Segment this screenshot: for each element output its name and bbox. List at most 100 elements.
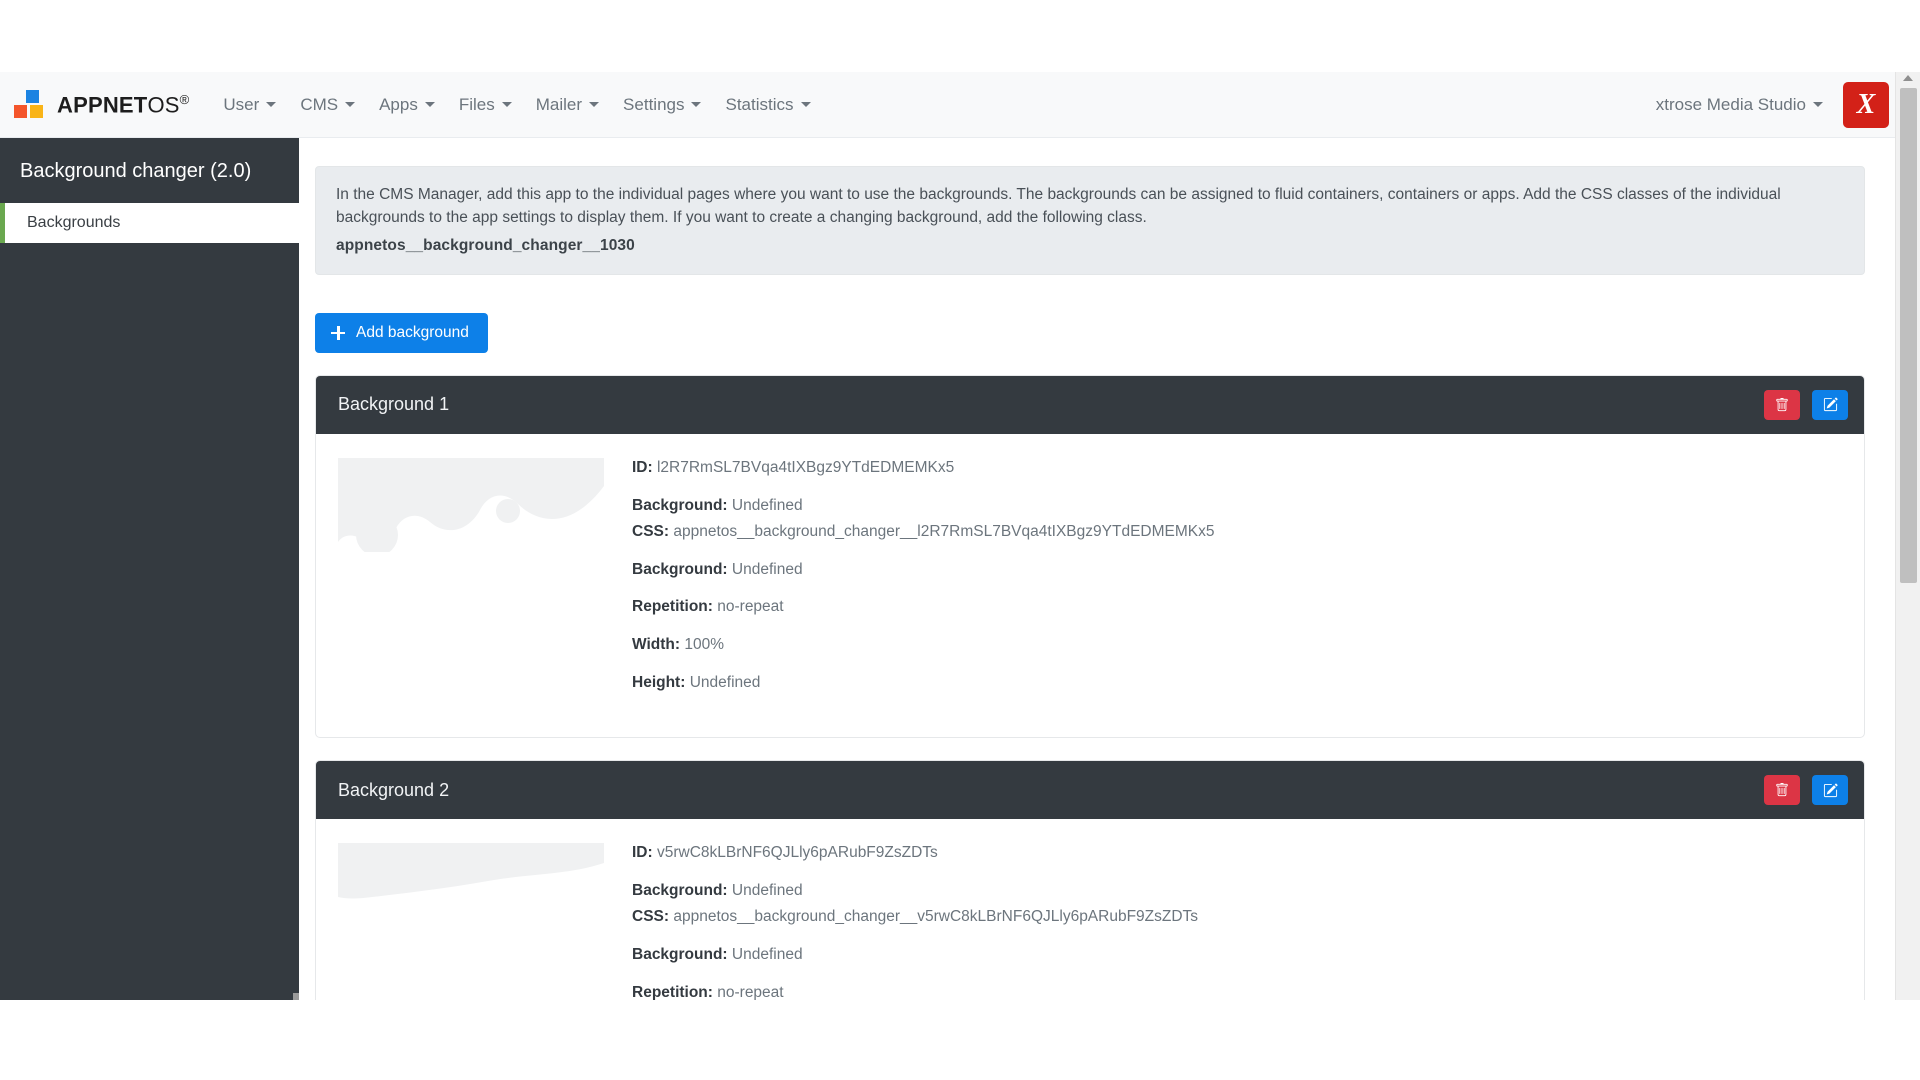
chevron-down-icon (266, 102, 277, 107)
field-background-2: Background: Undefined (632, 560, 1842, 581)
info-alert: In the CMS Manager, add this app to the … (315, 166, 1865, 275)
nav-item-settings[interactable]: Settings (611, 87, 713, 123)
brand-logo[interactable]: APPNETOS® (14, 89, 189, 121)
brand-name-bold: APPNET (57, 92, 148, 118)
sidebar: Background changer (2.0) Backgrounds (0, 138, 305, 1005)
nav-item-mailer[interactable]: Mailer (524, 87, 611, 123)
edit-background-button[interactable] (1812, 775, 1848, 806)
brand-name: APPNETOS® (57, 93, 189, 116)
field-label: CSS: (632, 522, 670, 540)
add-background-label: Add background (356, 323, 469, 341)
background-card: Background 2 ID: v5rwC8kLBrNF6QJLly6pARu… (315, 760, 1865, 1000)
field-value: Undefined (731, 882, 803, 900)
card-title: Background 1 (338, 394, 450, 415)
info-alert-css-class: appnetos__background_changer__1030 (336, 236, 635, 254)
page-bottom-strip (0, 1000, 1920, 1080)
nav-item-label: Files (458, 94, 495, 114)
chevron-down-icon (345, 102, 356, 107)
nav-item-apps[interactable]: Apps (367, 87, 447, 123)
field-background-2: Background: Undefined (632, 945, 1842, 966)
background-preview-icon (338, 843, 604, 899)
account-menu[interactable]: xtrose Media Studio (1644, 87, 1835, 123)
brand-registered-mark: ® (179, 91, 190, 107)
background-fields: ID: v5rwC8kLBrNF6QJLly6pARubF9ZsZDTs Bac… (632, 841, 1842, 1000)
nav-item-statistics[interactable]: Statistics (713, 87, 822, 123)
chevron-down-icon (501, 102, 512, 107)
trash-icon (1776, 783, 1788, 797)
nav-item-label: CMS (300, 94, 339, 114)
chevron-down-icon (589, 102, 600, 107)
nav-item-label: Mailer (535, 94, 583, 114)
logo-square-orange (14, 104, 27, 118)
card-body: ID: v5rwC8kLBrNF6QJLly6pARubF9ZsZDTs Bac… (316, 819, 1864, 1000)
nav-item-label: Settings (623, 94, 685, 114)
field-repetition: Repetition: no-repeat (632, 983, 1842, 1000)
background-card: Background 1 ID: l2R7RmSL7BVqa4tIXBgz9YT… (315, 374, 1865, 739)
delete-background-button[interactable] (1764, 389, 1800, 420)
brand-name-light: OS (147, 92, 180, 118)
field-value: l2R7RmSL7BVqa4tIXBgz9YTdEDMEMKx5 (656, 458, 955, 476)
xtrose-logo-icon[interactable]: X (1843, 81, 1889, 128)
appnetos-logo-icon (14, 89, 48, 121)
field-repetition: Repetition: no-repeat (632, 597, 1842, 618)
chevron-down-icon (691, 102, 702, 107)
sidebar-title: Background changer (2.0) (20, 160, 252, 182)
navbar-right: xtrose Media Studio X (1644, 81, 1895, 128)
card-actions (1764, 775, 1848, 806)
field-label: Background: (632, 560, 728, 578)
pencil-square-icon (1823, 397, 1838, 412)
add-background-button[interactable]: Add background (315, 312, 488, 353)
field-label: CSS: (632, 908, 670, 926)
trash-icon (1776, 397, 1788, 411)
nav-item-label: Apps (379, 94, 418, 114)
nav-item-label: Statistics (725, 94, 794, 114)
field-label: Repetition: (632, 598, 713, 616)
scroll-up-arrow-icon[interactable] (1903, 75, 1913, 81)
field-label: Background: (632, 945, 728, 963)
field-value: 100% (684, 636, 725, 654)
logo-square-yellow (30, 104, 43, 118)
background-thumbnail (338, 841, 604, 1000)
main-navbar: APPNETOS® User CMS Apps Files Mailer Set… (0, 72, 1895, 138)
field-background: Background: Undefined (632, 496, 1842, 517)
account-menu-label: xtrose Media Studio (1655, 94, 1806, 114)
nav-item-label: User (223, 94, 260, 114)
nav-item-files[interactable]: Files (447, 87, 524, 123)
card-header: Background 1 (316, 375, 1864, 434)
browser-chrome-gap (0, 0, 1920, 72)
field-height: Height: Undefined (632, 673, 1842, 694)
card-actions (1764, 389, 1848, 420)
card-title: Background 2 (338, 779, 450, 800)
field-value: appnetos__background_changer__v5rwC8kLBr… (673, 908, 1199, 926)
sidebar-item-label: Backgrounds (27, 214, 121, 231)
field-label: Background: (632, 882, 728, 900)
field-label: Repetition: (632, 983, 713, 1000)
field-width: Width: 100% (632, 635, 1842, 656)
chevron-down-icon (800, 102, 811, 107)
field-label: Height: (632, 674, 686, 692)
field-value: Undefined (689, 674, 761, 692)
field-id: ID: v5rwC8kLBrNF6QJLly6pARubF9ZsZDTs (632, 843, 1842, 864)
nav-item-user[interactable]: User (211, 87, 288, 123)
card-header: Background 2 (316, 761, 1864, 820)
plus-icon (331, 325, 345, 340)
main-content: In the CMS Manager, add this app to the … (299, 138, 1895, 1000)
card-body: ID: l2R7RmSL7BVqa4tIXBgz9YTdEDMEMKx5 Bac… (316, 434, 1864, 737)
navbar-menu: User CMS Apps Files Mailer Settings Stat… (211, 87, 822, 123)
chevron-down-icon (1813, 102, 1823, 107)
background-thumbnail (338, 456, 604, 711)
sidebar-item-backgrounds[interactable]: Backgrounds (0, 203, 299, 243)
delete-background-button[interactable] (1764, 775, 1800, 806)
field-label: Background: (632, 496, 728, 514)
field-background: Background: Undefined (632, 881, 1842, 902)
vertical-scrollbar[interactable] (1895, 72, 1920, 1080)
field-value: no-repeat (717, 983, 784, 1000)
edit-background-button[interactable] (1812, 389, 1848, 420)
field-value: no-repeat (717, 598, 784, 616)
field-value: Undefined (731, 945, 803, 963)
field-label: ID: (632, 844, 653, 862)
field-value: v5rwC8kLBrNF6QJLly6pARubF9ZsZDTs (656, 844, 938, 862)
field-value: Undefined (731, 560, 803, 578)
vertical-scrollbar-thumb[interactable] (1900, 88, 1917, 583)
nav-item-cms[interactable]: CMS (288, 87, 367, 123)
